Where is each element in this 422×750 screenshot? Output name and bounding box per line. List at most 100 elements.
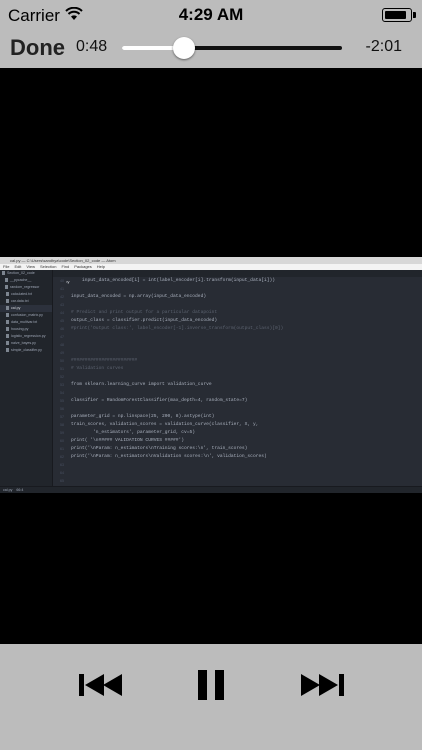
tree-item: __pycache__: [0, 277, 52, 284]
line-number: 51: [60, 367, 64, 371]
tree-item-label: random_regressor: [10, 285, 40, 289]
elapsed-time: 0:48: [76, 38, 108, 55]
tree-item-label: car.data.txt: [11, 299, 29, 303]
scrubber-thumb[interactable]: [172, 37, 195, 59]
tree-item: simple_classifier.py: [0, 347, 52, 354]
editor-menu-item: View: [26, 264, 35, 269]
line-number: 45: [60, 319, 64, 323]
clock: 4:29 AM: [178, 5, 244, 24]
done-button[interactable]: Done: [10, 35, 65, 61]
remaining-time: -2:01: [365, 38, 402, 55]
line-number: 41: [60, 287, 64, 291]
editor-gutter: 40 41 42 43 44 45 46 47 48 49 50 51 52 53 54 55 56 57 58 59…: [53, 277, 66, 491]
editor-menu-item: Help: [96, 264, 106, 269]
editor-menu-item: Edit: [14, 264, 22, 269]
tree-item: random_regressor: [0, 284, 52, 291]
tree-item: Section_02_code: [0, 270, 52, 277]
battery-level: [385, 11, 406, 19]
editor-status-file: cal.py: [3, 488, 13, 492]
file-icon: [6, 341, 9, 346]
line-number: 64: [60, 471, 64, 475]
tree-item-label: simple_classifier.py: [11, 348, 42, 352]
tree-item-label: cal.py: [11, 306, 21, 310]
code-line: classifier = RandomForestClassifier(max_…: [71, 398, 248, 403]
line-number: 65: [60, 479, 64, 483]
video-area[interactable]: cal.py — C:\Users\sandhya\code\Section_0…: [0, 68, 422, 644]
code-line: from sklearn.learning_curve import valid…: [71, 382, 212, 387]
next-track-icon[interactable]: [292, 660, 352, 710]
code-line: print( '\n##### VALIDATION CURVES #####'…: [71, 438, 185, 443]
code-line: #print('Output class:', label_encoder[-1…: [71, 326, 284, 331]
tree-item: confusion_matrix.py: [0, 312, 52, 319]
line-number: 47: [60, 335, 64, 339]
line-number: 61: [60, 447, 64, 451]
tree-item-label: logistic_regression.py: [11, 334, 46, 338]
tree-item-label: naive_bayes.py: [11, 341, 36, 345]
line-number: 55: [60, 399, 64, 403]
line-number: 56: [60, 407, 64, 411]
line-number: 40: [60, 279, 64, 283]
file-icon: [6, 334, 9, 339]
pause-icon[interactable]: [181, 660, 241, 710]
file-icon: [2, 271, 5, 276]
line-number: 42: [60, 295, 64, 299]
tree-item-label: calculated.txt: [11, 292, 32, 296]
tree-item: data_multivar.txt: [0, 319, 52, 326]
file-icon: [6, 313, 9, 318]
editor-menu-item: Find: [61, 264, 70, 269]
tree-item: cal.py: [0, 305, 52, 312]
editor-window-title: cal.py — C:\Users\sandhya\code\Section_0…: [0, 257, 422, 264]
tree-item: calculated.txt: [0, 291, 52, 298]
video-frame-editor: cal.py — C:\Users\sandhya\code\Section_0…: [0, 257, 422, 493]
file-icon: [6, 348, 9, 353]
code-line: train_scores, validation_scores = valida…: [71, 422, 259, 427]
code-line: parameter_grid = np.linspace(25, 200, 8)…: [71, 414, 215, 419]
line-number: 52: [60, 375, 64, 379]
battery-icon: [382, 8, 416, 22]
previous-track-icon[interactable]: [71, 660, 131, 710]
line-number: 43: [60, 303, 64, 307]
file-icon: [6, 306, 9, 311]
editor-status-position: 66:4: [16, 488, 24, 492]
line-number: 44: [60, 311, 64, 315]
code-line: 'n_estimators', parameter_grid, cv=5): [71, 430, 196, 435]
line-number: 62: [60, 455, 64, 459]
code-line: input_data_encoded[i] = int(label_encode…: [71, 278, 275, 283]
editor-status-bar: cal.py 66:4: [0, 486, 422, 493]
scrubber-track[interactable]: [122, 37, 342, 59]
editor-code-pane: cal.py 40 41 42 43 44 45 46 47 48 49 50 51 52 53 54 55 5…: [53, 270, 422, 491]
line-number: 46: [60, 327, 64, 331]
tree-item: housing.py: [0, 326, 52, 333]
status-bar: Carrier 4:29 AM: [0, 0, 422, 32]
file-icon: [6, 320, 9, 325]
line-number: 49: [60, 351, 64, 355]
line-number: 58: [60, 423, 64, 427]
tree-item-label: __pycache__: [10, 278, 32, 282]
tree-item-label: housing.py: [11, 327, 29, 331]
file-icon: [5, 285, 8, 290]
line-number: 60: [60, 439, 64, 443]
line-number: 48: [60, 343, 64, 347]
code-line: print('\nParam: n_estimators\nTraining s…: [71, 446, 248, 451]
file-icon: [6, 292, 9, 297]
line-number: 59: [60, 431, 64, 435]
file-icon: [5, 278, 8, 283]
line-number: 54: [60, 391, 64, 395]
tree-item-label: confusion_matrix.py: [11, 313, 43, 317]
code-line: # Validation curves: [71, 366, 124, 371]
tree-item: logistic_regression.py: [0, 333, 52, 340]
tree-item: car.data.txt: [0, 298, 52, 305]
line-number: 57: [60, 415, 64, 419]
editor-menu-item: Packages: [74, 264, 92, 269]
code-line: input_data_encoded = np.array(input_data…: [71, 294, 207, 299]
file-icon: [6, 299, 9, 304]
